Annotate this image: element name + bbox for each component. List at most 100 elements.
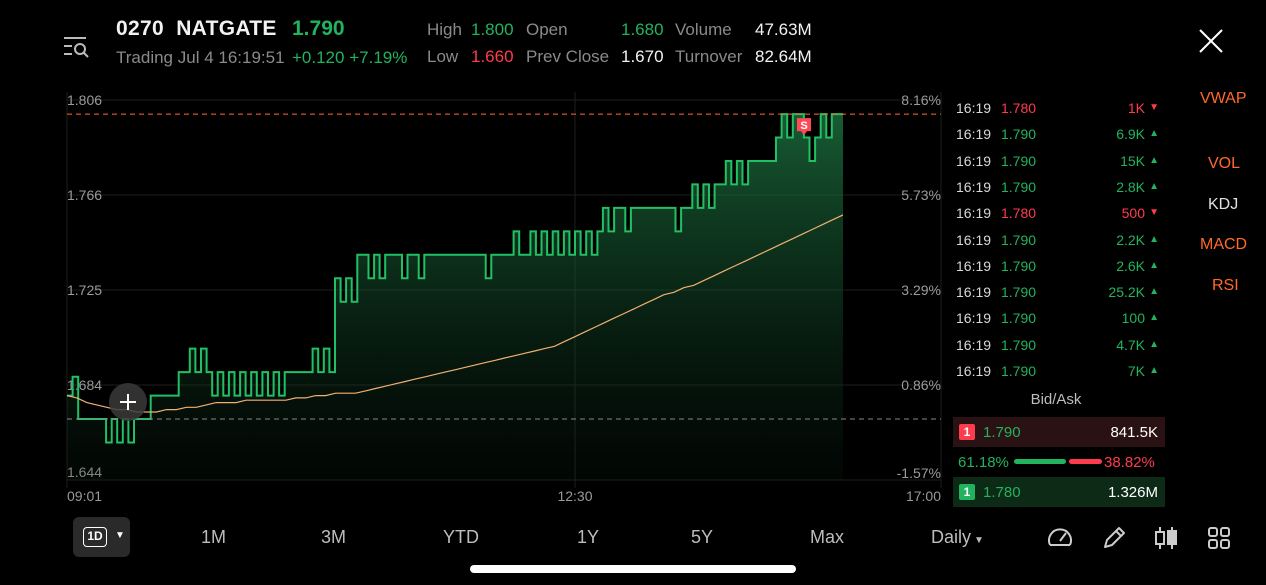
tick-time: 16:19 [956, 231, 992, 248]
tick-price: 1.780 [1001, 100, 1037, 116]
arrow-up-icon: ▲ [1149, 154, 1159, 166]
tick-volume: 4.7K [1116, 336, 1145, 353]
tick-row: 16:19 1.780 1K ▼ [955, 96, 1165, 122]
tick-time: 16:19 [956, 100, 992, 116]
turnover-label: Turnover [675, 47, 743, 66]
tick-row: 16:19 1.790 25.2K ▲ [955, 280, 1165, 306]
indicator-kdj[interactable]: KDJ [1208, 196, 1238, 214]
x-tick: 17:00 [906, 488, 941, 504]
candlestick-icon[interactable] [1152, 524, 1180, 552]
tick-volume: 25.2K [1108, 284, 1145, 301]
period-ytd[interactable]: YTD [443, 527, 479, 548]
tick-time: 16:19 [956, 205, 992, 222]
period-3m[interactable]: 3M [321, 527, 346, 548]
y-right-tick: -1.57% [897, 465, 941, 481]
period-1d-button[interactable]: 1D ▼ [73, 517, 130, 557]
prev-close-label: Prev Close [526, 47, 610, 66]
tick-price: 1.790 [1001, 231, 1037, 248]
tick-row: 16:19 1.790 4.7K ▲ [955, 333, 1165, 359]
intraday-chart[interactable]: 1.8061.7661.7251.6841.6448.16%5.73%3.29%… [0, 88, 950, 508]
x-tick: 09:01 [67, 488, 102, 504]
tick-time: 16:19 [956, 257, 992, 274]
ask-price: 1.780 [983, 484, 1021, 501]
tick-volume: 500 [1121, 205, 1145, 222]
tick-volume: 2.8K [1116, 178, 1145, 195]
volume-value: 47.63M [755, 20, 812, 39]
period-1m[interactable]: 1M [201, 527, 226, 548]
ask-ratio-bar [1069, 459, 1102, 464]
tick-volume: 2.2K [1116, 231, 1145, 248]
arrow-up-icon: ▲ [1149, 128, 1159, 140]
arrow-up-icon: ▲ [1149, 180, 1159, 192]
bid-percent: 61.18% [958, 454, 1009, 471]
tick-price: 1.790 [1001, 284, 1037, 301]
period-max[interactable]: Max [810, 527, 844, 548]
y-right-tick: 8.16% [901, 92, 941, 108]
y-left-tick: 1.766 [67, 187, 102, 203]
trading-status: Trading Jul 4 16:19:51 [116, 48, 285, 67]
high-label: High [427, 20, 462, 39]
period-1d-label: 1D [83, 527, 107, 547]
high-value: 1.800 [471, 20, 514, 39]
ask-level-badge: 1 [959, 484, 975, 500]
interval-select[interactable]: Daily ▼ [931, 527, 984, 548]
ask-volume: 1.326M [1107, 484, 1158, 501]
bid-ratio-bar [1014, 459, 1066, 464]
y-right-tick: 5.73% [901, 187, 941, 203]
stock-symbol: 0270 NATGATE [116, 17, 277, 40]
period-1y[interactable]: 1Y [577, 527, 599, 548]
tick-volume: 2.6K [1116, 257, 1145, 274]
current-price: 1.790 [292, 17, 345, 40]
tick-price: 1.790 [1001, 363, 1037, 379]
open-label: Open [526, 20, 568, 39]
tick-row: 16:19 1.790 2.2K ▲ [955, 228, 1165, 254]
tick-time: 16:19 [956, 363, 992, 379]
open-value: 1.680 [621, 20, 664, 39]
indicator-vwap[interactable]: VWAP [1200, 90, 1247, 108]
tick-row: 16:19 1.790 2.8K ▲ [955, 175, 1165, 201]
bid-ask-title: Bid/Ask [1030, 391, 1082, 408]
volume-label: Volume [675, 20, 732, 39]
grid-icon[interactable] [1205, 524, 1233, 552]
price-change: +0.120 +7.19% [292, 48, 408, 67]
indicator-macd[interactable]: MACD [1200, 236, 1247, 254]
sell-marker-label: S [800, 120, 807, 132]
ask-percent: 38.82% [1104, 454, 1155, 471]
list-search-icon[interactable] [62, 34, 90, 60]
bid-row: 1 1.790 841.5K [953, 417, 1165, 447]
bid-volume: 841.5K [1110, 424, 1158, 441]
low-label: Low [427, 47, 459, 66]
x-tick: 12:30 [557, 488, 592, 504]
arrow-up-icon: ▲ [1149, 259, 1159, 271]
tick-price: 1.790 [1001, 310, 1037, 327]
indicator-rsi[interactable]: RSI [1212, 277, 1239, 295]
tick-time: 16:19 [956, 126, 992, 143]
tick-volume: 15K [1120, 152, 1145, 169]
tick-price: 1.780 [1001, 205, 1037, 222]
tick-time: 16:19 [956, 336, 992, 353]
tick-time: 16:19 [956, 152, 992, 169]
ask-row: 1 1.780 1.326M [953, 477, 1165, 507]
speedometer-icon[interactable] [1046, 524, 1074, 552]
pencil-icon[interactable] [1100, 524, 1128, 552]
y-left-tick: 1.806 [67, 92, 102, 108]
tick-volume: 100 [1121, 310, 1145, 327]
tick-row: 16:19 1.780 500 ▼ [955, 201, 1165, 227]
low-value: 1.660 [471, 47, 514, 66]
tick-volume: 7K [1127, 363, 1145, 379]
home-indicator[interactable] [470, 565, 796, 573]
tick-row: 16:19 1.790 100 ▲ [955, 306, 1165, 332]
arrow-up-icon: ▲ [1149, 365, 1159, 376]
tick-row: 16:19 1.790 6.9K ▲ [955, 122, 1165, 148]
crosshair-button[interactable] [109, 383, 147, 421]
tick-price: 1.790 [1001, 336, 1037, 353]
y-left-tick: 1.725 [67, 282, 102, 298]
arrow-down-icon: ▼ [1149, 207, 1159, 219]
indicator-vol[interactable]: VOL [1208, 155, 1240, 173]
tick-row: 16:19 1.790 2.6K ▲ [955, 254, 1165, 280]
close-icon[interactable] [1196, 26, 1226, 56]
tick-price: 1.790 [1001, 152, 1037, 169]
tick-volume: 6.9K [1116, 126, 1145, 143]
period-5y[interactable]: 5Y [691, 527, 713, 548]
arrow-up-icon: ▲ [1149, 338, 1159, 350]
